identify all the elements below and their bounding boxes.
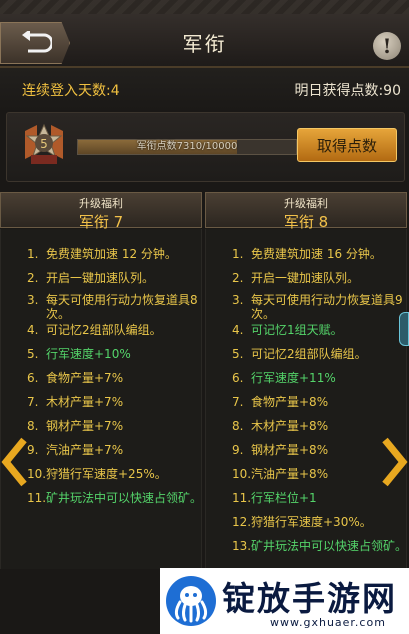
benefit-number: 3. [27,293,39,307]
benefit-number: 2. [232,271,244,285]
benefit-text: 行军栏位+1 [251,491,317,505]
watermark-url: www.gxhuaer.com [270,616,386,629]
benefit-number: 8. [27,419,39,433]
tomorrow-points-label: 明日获得点数:90 [294,83,401,99]
benefit-number: 6. [27,371,39,385]
benefit-number: 10. [27,467,47,481]
stats-row: 连续登入天数:4 明日获得点数:90 [0,68,409,110]
info-button[interactable]: ! [373,32,401,60]
benefit-item: 2. 开启一键加速队列。 [232,271,408,285]
benefit-item: 1. 免费建筑加速 16 分钟。 [232,247,408,261]
benefit-text: 行军速度+10% [46,347,131,361]
benefit-item: 13. 矿井玩法中可以快速占领矿。 [232,539,408,553]
header-stripe [0,0,409,14]
benefit-text: 开启一键加速队列。 [251,271,360,285]
page-title: 军衔 [182,32,227,56]
benefit-text: 开启一键加速队列。 [46,271,155,285]
benefit-text: 可记忆2组部队编组。 [46,323,162,337]
benefit-number: 4. [27,323,39,337]
svg-text:5: 5 [40,137,48,151]
benefit-number: 7. [232,395,244,409]
benefit-text: 免费建筑加速 16 分钟。 [251,247,382,261]
benefit-number: 2. [27,271,39,285]
benefit-item: 11. 行军栏位+1 [232,491,408,505]
benefit-item: 8. 钢材产量+7% [27,419,203,433]
benefit-item: 10. 狩猎行军速度+25%。 [27,467,203,481]
benefit-text: 每天可使用行动力恢复道具8次。 [46,293,198,321]
benefit-number: 4. [232,323,244,337]
next-rank-subtitle: 升级福利 [284,197,328,210]
next-rank-header: 升级福利 军衔 8 [205,192,407,231]
benefit-number: 6. [232,371,244,385]
header-bar: 军衔 ! [0,0,409,68]
get-points-button[interactable]: 取得点数 [297,128,397,162]
side-tab-handle[interactable] [399,312,409,346]
benefit-text: 食物产量+8% [251,395,329,409]
rank-progress-panel: 5 军衔点数7310/10000 取得点数 [6,112,405,182]
benefit-number: 7. [27,395,39,409]
benefit-item: 4. 可记忆2组部队编组。 [27,323,203,337]
benefit-number: 3. [232,293,244,307]
benefit-item: 6. 食物产量+7% [27,371,203,385]
benefit-item: 7. 木材产量+7% [27,395,203,409]
benefit-item: 7. 食物产量+8% [232,395,408,409]
benefit-item: 1. 免费建筑加速 12 分钟。 [27,247,203,261]
benefit-text: 狩猎行军速度+25%。 [46,467,167,481]
chevron-right-icon[interactable] [381,436,409,488]
benefit-item: 5. 行军速度+10% [27,347,203,361]
benefit-number: 1. [27,247,39,261]
benefit-text: 可记忆1组天赋。 [251,323,343,337]
benefit-number: 5. [27,347,39,361]
benefit-item: 3. 每天可使用行动力恢复道具9次。 [232,293,408,321]
watermark: 锭放手游网 www.gxhuaer.com [160,568,409,634]
benefit-item: 2. 开启一键加速队列。 [27,271,203,285]
watermark-name: 锭放手游网 [222,579,397,618]
benefit-number: 1. [232,247,244,261]
benefit-text: 汽油产量+7% [46,443,124,457]
benefit-text: 木材产量+7% [46,395,124,409]
benefit-number: 8. [232,419,244,433]
benefit-item: 4. 可记忆1组天赋。 [232,323,408,337]
octopus-logo-icon [166,576,216,626]
benefit-number: 5. [232,347,244,361]
benefit-item: 3. 每天可使用行动力恢复道具8次。 [27,293,203,321]
benefit-text: 每天可使用行动力恢复道具9次。 [251,293,403,321]
benefit-number: 9. [27,443,39,457]
benefit-number: 13. [232,539,252,553]
benefit-text: 矿井玩法中可以快速占领矿。 [46,491,203,505]
benefit-text: 免费建筑加速 12 分钟。 [46,247,177,261]
benefit-text: 行军速度+11% [251,371,336,385]
rank-progress-text: 军衔点数7310/10000 [136,141,238,152]
benefit-text: 钢材产量+7% [46,419,124,433]
chevron-left-icon[interactable] [0,436,28,488]
benefit-text: 狩猎行军速度+30%。 [251,515,372,529]
benefit-item: 8. 木材产量+8% [232,419,408,433]
benefit-number: 11. [27,491,47,505]
benefit-number: 9. [232,443,244,457]
benefit-text: 食物产量+7% [46,371,124,385]
benefit-item: 11. 矿井玩法中可以快速占领矿。 [27,491,203,505]
benefit-text: 木材产量+8% [251,419,329,433]
rank-progress-bar: 军衔点数7310/10000 [77,139,297,155]
rank-badge-icon: 5 [25,123,63,164]
benefit-text: 矿井玩法中可以快速占领矿。 [251,539,408,553]
current-rank-subtitle: 升级福利 [79,197,123,210]
benefit-item: 6. 行军速度+11% [232,371,408,385]
benefit-item: 12. 狩猎行军速度+30%。 [232,515,408,529]
current-rank-header: 升级福利 军衔 7 [0,192,202,231]
benefit-item: 9. 汽油产量+7% [27,443,203,457]
benefit-text: 可记忆2组部队编组。 [251,347,367,361]
login-days-label: 连续登入天数:4 [22,83,120,99]
benefit-number: 12. [232,515,252,529]
benefit-number: 10. [232,467,252,481]
benefit-item: 5. 可记忆2组部队编组。 [232,347,408,361]
current-rank-benefits: 1. 免费建筑加速 12 分钟。 2. 开启一键加速队列。 3. 每天可使用行动力恢复道具… [0,229,202,569]
benefit-number: 11. [232,491,252,505]
